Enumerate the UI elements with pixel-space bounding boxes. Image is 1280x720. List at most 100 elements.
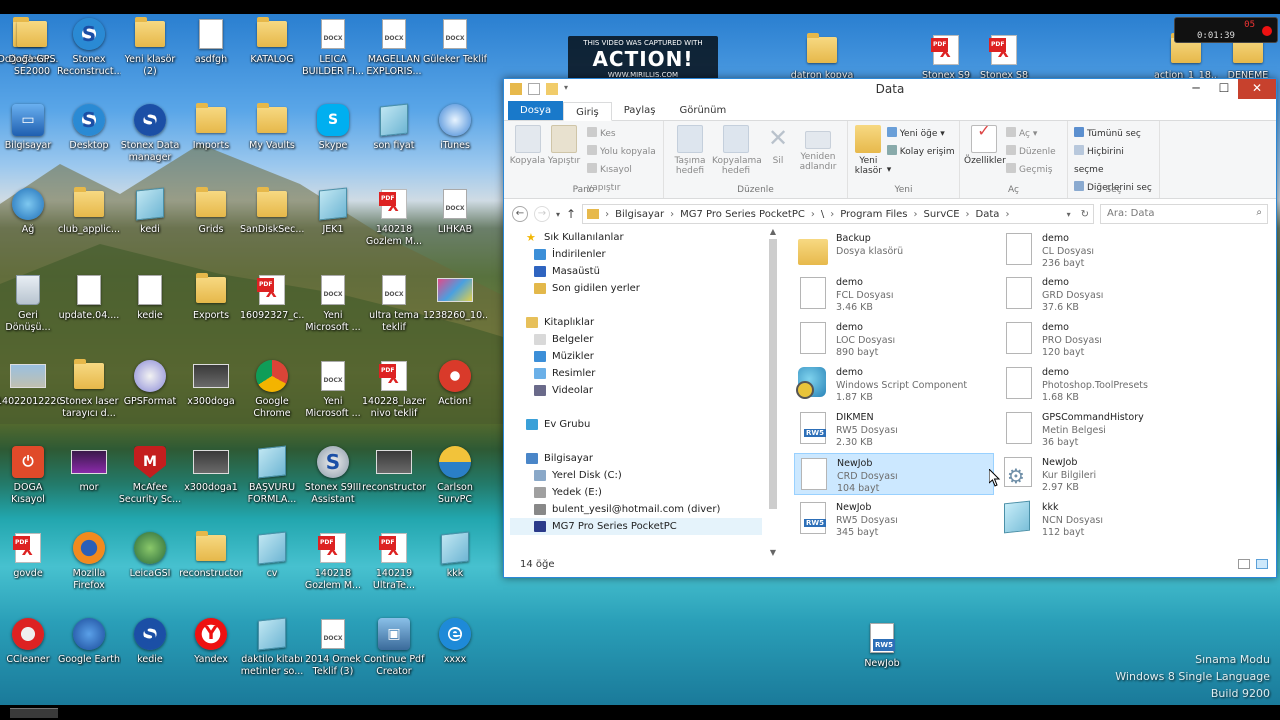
select-none-button[interactable]: Hiçbirini seçme <box>1072 143 1155 179</box>
desktop-icon[interactable]: S Desktop <box>57 102 121 152</box>
nav-item[interactable]: MG7 Pro Series PocketPC <box>510 518 762 535</box>
breadcrumb-item[interactable]: MG7 Pro Series PocketPC <box>680 209 805 220</box>
desktop-icon[interactable]: club_applic... <box>57 186 121 236</box>
desktop-icon[interactable]: Grids <box>179 186 243 236</box>
tab-dosya[interactable]: Dosya <box>508 101 564 120</box>
taskbar-item[interactable] <box>10 708 58 718</box>
desktop-icon[interactable]: GPSFormat <box>118 358 182 408</box>
desktop-icon[interactable]: SanDiskSec... <box>240 186 304 236</box>
desktop-icon[interactable]: PDF ⅄ Stonex S9 <box>914 32 978 82</box>
desktop-icon[interactable]: x300doga <box>179 358 243 408</box>
desktop-icon[interactable]: kedi <box>118 186 182 236</box>
desktop-icon[interactable]: son fiyat <box>362 102 426 152</box>
desktop-icon[interactable]: daktilo kitabı metinler so... <box>240 616 304 678</box>
desktop-icon[interactable]: PDF ⅄ 140219 UltraTe... <box>362 530 426 592</box>
desktop-icon[interactable]: Action! <box>423 358 487 408</box>
breadcrumb-item[interactable]: SurvCE <box>924 209 960 220</box>
desktop-icon[interactable]: KATALOG <box>240 16 304 66</box>
open-button[interactable]: Aç ▾ <box>1004 125 1056 143</box>
desktop-icon[interactable]: JEK1 <box>301 186 365 236</box>
maximize-button[interactable]: ☐ <box>1210 79 1238 99</box>
desktop-icon[interactable]: x300doga1 <box>179 444 243 494</box>
desktop-icon[interactable]: Carlson SurvPC <box>423 444 487 506</box>
nav-item[interactable]: Bilgisayar <box>510 450 762 467</box>
recorder-widget[interactable]: 05 0:01:39 <box>1174 17 1278 43</box>
new-item-button[interactable]: Yeni öğe ▾ <box>885 125 955 143</box>
nav-item[interactable]: Resimler <box>510 365 762 382</box>
close-button[interactable]: ✕ <box>1238 79 1276 99</box>
file-tile[interactable]: NewJob CRD Dosyası 104 bayt <box>794 453 994 495</box>
file-tile[interactable]: demo Photoshop.ToolPresets 1.68 KB <box>1000 363 1200 405</box>
tab-paylas[interactable]: Paylaş <box>612 101 668 120</box>
desktop-icon[interactable]: BAŞVURU FORMLA... <box>240 444 304 506</box>
file-tile[interactable]: NewJobKur Bilgileri2.97 KB <box>1000 453 1200 495</box>
select-all-button[interactable]: Tümünü seç <box>1072 125 1155 143</box>
desktop-icon[interactable]: e xxxx <box>423 616 487 666</box>
nav-item[interactable]: Masaüstü <box>510 263 762 280</box>
desktop-icon[interactable]: kkk <box>423 530 487 580</box>
nav-item[interactable]: Belgeler <box>510 331 762 348</box>
nav-item[interactable]: Yedek (E:) <box>510 484 762 501</box>
nav-item[interactable]: Videolar <box>510 382 762 399</box>
desktop-icon[interactable]: Imports <box>179 102 243 152</box>
file-tile[interactable]: GPSCommandHistory Metin Belgesi 36 bayt <box>1000 408 1200 450</box>
desktop-icon[interactable]: DOCX ultra tema teklif <box>362 272 426 334</box>
title-bar[interactable]: ▾ Data ─ ☐ ✕ <box>504 79 1276 101</box>
nav-item[interactable]: İndirilenler <box>510 246 762 263</box>
desktop-icon[interactable]: PDF ⅄ 140218 Gozlem M... <box>301 530 365 592</box>
nav-item[interactable]: Müzikler <box>510 348 762 365</box>
chevron-down-icon[interactable]: ▾ <box>1067 210 1071 219</box>
desktop-icon[interactable]: DOCX LEICA BUILDER FI... <box>301 16 365 78</box>
desktop-icon[interactable]: update.04.... <box>57 272 121 322</box>
recent-locations-dropdown[interactable]: ▾ <box>556 210 560 219</box>
desktop-icon[interactable]: kedie <box>118 272 182 322</box>
desktop-icon[interactable]: ▣Continue Pdf Creator Inst... <box>362 616 426 678</box>
desktop-icon[interactable]: ⏻ DOGA Kısayol <box>0 444 60 506</box>
address-bar[interactable]: › Bilgisayar › MG7 Pro Series PocketPC ›… <box>582 204 1094 224</box>
desktop-icon[interactable]: reconstructor <box>362 444 426 494</box>
nav-item[interactable]: Ev Grubu <box>510 416 762 433</box>
explorer-window[interactable]: ▾ Data ─ ☐ ✕ Dosya Giriş Paylaş Görünüm … <box>503 78 1277 578</box>
desktop-icon[interactable]: S Stonex Data manager <box>118 102 182 164</box>
tab-giris[interactable]: Giriş <box>563 102 612 121</box>
desktop-icon[interactable]: CCleaner <box>0 616 60 666</box>
details-view-icon[interactable] <box>1238 559 1250 569</box>
file-tile[interactable]: demo GRD Dosyası 37.6 KB <box>1000 273 1200 315</box>
desktop-icon[interactable]: PDF ⅄ 16092327_c... <box>240 272 304 322</box>
up-button[interactable]: ↑ <box>566 207 576 221</box>
file-tile[interactable]: RW5 NewJob RW5 Dosyası 345 bayt <box>794 498 994 540</box>
desktop-icon[interactable]: PDF ⅄ govde <box>0 530 60 580</box>
file-tile[interactable]: RW5 DIKMEN RW5 Dosyası 2.30 KB <box>794 408 994 450</box>
nav-item[interactable]: bulent_yesil@hotmail.com (diver) <box>510 501 762 518</box>
desktop-icon[interactable]: Exports <box>179 272 243 322</box>
file-tile[interactable]: demo CL Dosyası 236 bayt <box>1000 229 1200 271</box>
desktop-icon[interactable]: LeicaGSI <box>118 530 182 580</box>
desktop-icon[interactable]: DOCX 2014 Örnek Teklif (3) <box>301 616 365 678</box>
nav-item[interactable]: ★ Sık Kullanılanlar <box>510 229 762 246</box>
desktop-icon[interactable]: cv <box>240 530 304 580</box>
scroll-thumb[interactable] <box>769 239 777 509</box>
scroll-up-arrow[interactable]: ▲ <box>767 227 779 236</box>
tiles-view-icon[interactable] <box>1256 559 1268 569</box>
desktop-icon[interactable]: DOCX Yeni Microsoft ... <box>301 358 365 420</box>
file-tile[interactable]: kkk NCN Dosyası 112 bayt <box>1000 498 1200 540</box>
desktop-icon[interactable]: mor <box>57 444 121 494</box>
desktop-icon[interactable]: Y Yandex <box>179 616 243 666</box>
desktop-icon[interactable]: S Stonex Reconstruct... <box>57 16 121 78</box>
file-tile[interactable]: Backup Dosya klasörü <box>794 229 994 271</box>
back-button[interactable]: ← <box>512 206 528 222</box>
desktop-icon[interactable]: Doga GPS SE2000 <box>0 16 64 78</box>
search-input[interactable]: Ara: Data ⌕ <box>1100 204 1268 224</box>
desktop-icon[interactable]: M McAfee Security Sc... <box>118 444 182 506</box>
nav-scrollbar[interactable]: ▲ ▼ <box>767 227 779 557</box>
desktop-icon[interactable]: reconstructor <box>179 530 243 580</box>
minimize-button[interactable]: ─ <box>1182 79 1210 99</box>
desktop-icon[interactable]: DOCX Güleker Teklif <box>423 16 487 66</box>
easy-access-button[interactable]: Kolay erişim ▾ <box>885 143 955 179</box>
desktop-icon[interactable]: 1238260_10... <box>423 272 487 322</box>
desktop-icon[interactable]: DOCX Yeni Microsoft ... <box>301 272 365 334</box>
desktop-icon[interactable]: Mozilla Firefox <box>57 530 121 592</box>
breadcrumb-item[interactable]: Program Files <box>840 209 907 220</box>
file-tile[interactable]: demo PRO Dosyası 120 bayt <box>1000 318 1200 360</box>
breadcrumb-item[interactable]: Bilgisayar <box>615 209 664 220</box>
